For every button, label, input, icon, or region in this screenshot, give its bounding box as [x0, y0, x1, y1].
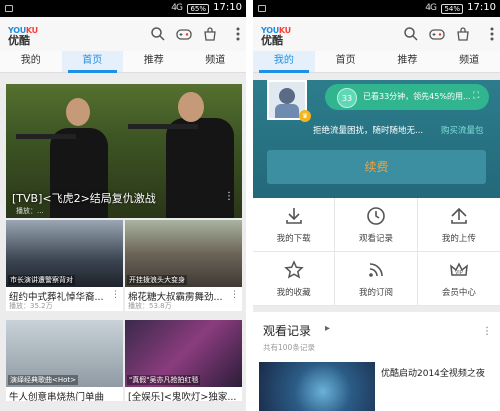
signal-icon: 4G [171, 3, 183, 13]
video-thumbnail: "真假"吴亦凡抢拍红毯 [125, 320, 242, 387]
battery-indicator: 65% [187, 4, 209, 14]
search-icon[interactable] [150, 26, 166, 42]
tab-recommend[interactable]: 推荐 [123, 51, 185, 72]
tab-bar: 我的 首页 推荐 频道 [0, 51, 246, 73]
more-options-icon[interactable]: ⋮ [230, 290, 239, 300]
tab-mine[interactable]: 我的 [0, 51, 62, 72]
watch-history-section: 观看记录 ▸ 共有100条记录 ⋮ 优酷启动2014全视频之夜 [253, 312, 500, 411]
search-icon[interactable] [403, 26, 419, 42]
svg-text:VIP: VIP [455, 270, 464, 276]
more-options-icon[interactable] [230, 26, 240, 42]
menu-item-label: 我的上传 [441, 234, 476, 244]
youku-logo: YOUKU 优酷 [261, 26, 291, 47]
screen-divider [246, 0, 253, 411]
thumbnail-caption: 开挂拨浪头大变身 [127, 275, 187, 285]
more-options-icon[interactable]: ⋮ [224, 191, 234, 202]
video-card[interactable]: "真假"吴亦凡抢拍红毯 [全娱乐]<鬼吹灯>独家... [125, 320, 242, 401]
menu-item-favorites[interactable]: 我的收藏 [253, 252, 336, 306]
video-row: 市长演讲遭警察背对 纽约中式葬礼悼华裔... 播放：35.2万 ⋮ 开挂拨浪头大… [6, 220, 242, 311]
video-thumbnail: 市长演讲遭警察背对 [6, 220, 123, 287]
menu-item-history[interactable]: 观看记录 [335, 198, 418, 252]
menu-item-label: 我的订阅 [358, 288, 393, 298]
tab-channel[interactable]: 频道 [185, 51, 247, 72]
status-bar: 4G 54% 17:10 [253, 0, 500, 17]
tab-recommend[interactable]: 推荐 [377, 51, 439, 72]
gamepad-icon[interactable] [429, 26, 445, 42]
download-icon [285, 208, 302, 224]
video-card[interactable]: 演绎经典歌曲<Hot> 牛人创意串烧热门单曲 [6, 320, 123, 401]
crown-icon: VIP [449, 262, 468, 276]
app-bar: YOUKU 优酷 [253, 17, 500, 51]
thumbnail-caption: 演绎经典歌曲<Hot> [8, 375, 79, 385]
upload-icon [451, 207, 467, 224]
shopping-bag-icon[interactable] [202, 26, 218, 42]
play-count: 播放：35.2万 [9, 302, 53, 310]
status-bar: 4G 65% 17:10 [0, 0, 246, 17]
chevron-right-icon[interactable]: ▸ [325, 323, 330, 334]
menu-item-vip-center[interactable]: VIP 会员中心 [417, 252, 500, 306]
hero-subtitle: 播放：... [16, 207, 44, 215]
tab-home[interactable]: 首页 [61, 51, 123, 73]
more-options-icon[interactable] [484, 26, 494, 42]
thumbnail-caption: "真假"吴亦凡抢拍红毯 [127, 375, 201, 385]
tab-channel[interactable]: 频道 [438, 51, 500, 72]
video-title[interactable]: 优酷启动2014全视频之夜 [381, 366, 485, 379]
thumbnail-caption: 市长演讲遭警察背对 [8, 275, 75, 285]
menu-item-downloads[interactable]: 我的下载 [253, 198, 336, 252]
signal-icon: 4G [425, 3, 437, 13]
menu-item-label: 我的收藏 [276, 288, 311, 298]
tab-bar: 我的 首页 推荐 频道 [253, 51, 500, 73]
more-options-icon[interactable]: ⋮ [482, 326, 492, 337]
video-thumbnail: 开挂拨浪头大变身 [125, 220, 242, 287]
video-title: [全娱乐]<鬼吹灯>独家... [128, 392, 237, 401]
level-text: 已看33分钟，领先45%的用... [363, 92, 471, 101]
vip-crown-icon: ♛ [299, 110, 311, 122]
renew-button[interactable]: 续费 [267, 150, 486, 184]
hero-banner[interactable]: [TVB]<飞虎2>结局复仇激战 播放：... ⋮ [6, 84, 242, 218]
level-badge: 33 [337, 88, 357, 108]
expand-icon[interactable]: ⛶ [473, 91, 479, 101]
traffic-notice: 拒绝流量困扰，随时随地无... [313, 126, 424, 136]
notification-icon [5, 5, 13, 12]
rss-icon [369, 263, 383, 277]
video-card[interactable]: 开挂拨浪头大变身 棉花糖大叔霸雳舞劲... 播放：53.8万 ⋮ [125, 220, 242, 311]
clock: 17:10 [213, 2, 242, 13]
menu-item-subscriptions[interactable]: 我的订阅 [335, 252, 418, 306]
left-phone-screen: 4G 65% 17:10 YOUKU 优酷 我的 首页 推荐 频道 [TVB]<… [0, 0, 246, 411]
video-row: 演绎经典歌曲<Hot> 牛人创意串烧热门单曲 "真假"吴亦凡抢拍红毯 [全娱乐]… [6, 320, 242, 401]
menu-item-label: 我的下载 [276, 234, 311, 244]
video-title: 牛人创意串烧热门单曲 [9, 392, 105, 401]
history-count: 共有100条记录 [263, 343, 315, 352]
hero-title: [TVB]<飞虎2>结局复仇激战 [12, 192, 156, 205]
app-bar: YOUKU 优酷 [0, 17, 246, 51]
video-thumbnail[interactable] [259, 362, 375, 411]
section-title[interactable]: 观看记录 [263, 322, 311, 339]
menu-item-label: 会员中心 [441, 288, 476, 298]
more-options-icon[interactable]: ⋮ [111, 290, 120, 300]
menu-item-label: 观看记录 [358, 234, 393, 244]
buy-data-link[interactable]: 购买流量包 [441, 124, 484, 136]
tab-home[interactable]: 首页 [315, 51, 377, 72]
video-title: 棉花糖大叔霸雳舞劲... [128, 292, 223, 301]
video-title: 纽约中式葬礼悼华裔... [9, 292, 104, 301]
play-count: 播放：53.8万 [128, 302, 172, 310]
right-phone-screen: 4G 54% 17:10 YOUKU 优酷 我的 首页 推荐 频道 ♛ 33 已… [253, 0, 500, 411]
video-thumbnail: 演绎经典歌曲<Hot> [6, 320, 123, 387]
star-icon [283, 260, 304, 279]
battery-indicator: 54% [441, 4, 463, 14]
profile-panel: ♛ 33 已看33分钟，领先45%的用... ⛶ 拒绝流量困扰，随时随地无...… [253, 80, 500, 198]
feature-grid: 我的下载 观看记录 我的上传 我的收藏 我的订阅 VIP 会员中心 [253, 198, 500, 306]
clock-icon [367, 207, 385, 225]
youku-logo: YOUKU 优酷 [8, 26, 38, 47]
shopping-bag-icon[interactable] [455, 26, 471, 42]
notification-icon [258, 5, 266, 12]
clock: 17:10 [467, 2, 496, 13]
video-card[interactable]: 市长演讲遭警察背对 纽约中式葬礼悼华裔... 播放：35.2万 ⋮ [6, 220, 123, 311]
menu-item-uploads[interactable]: 我的上传 [417, 198, 500, 252]
gamepad-icon[interactable] [176, 26, 192, 42]
tab-mine[interactable]: 我的 [253, 51, 315, 73]
